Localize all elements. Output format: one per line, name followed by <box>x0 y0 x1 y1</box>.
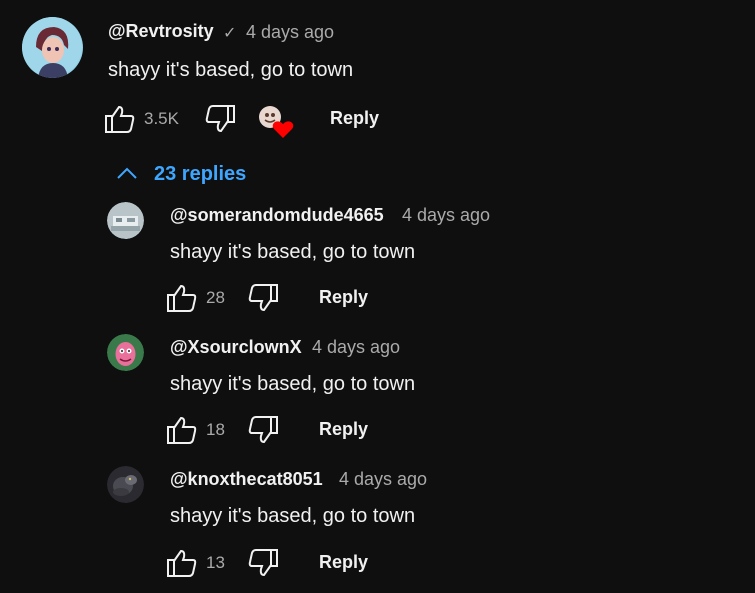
verified-check-icon: ✓ <box>223 25 237 42</box>
reply-author[interactable]: @XsourclownX <box>170 337 302 358</box>
avatar[interactable] <box>107 334 144 371</box>
reply-text: shayy it's based, go to town <box>170 505 416 527</box>
reply-time[interactable]: 4 days ago <box>402 205 490 226</box>
dislike-icon[interactable] <box>204 104 236 134</box>
reply-button[interactable]: Reply <box>319 419 368 440</box>
creator-heart-icon <box>258 104 294 138</box>
reply-button[interactable]: Reply <box>319 552 368 573</box>
reply-time[interactable]: 4 days ago <box>312 337 400 358</box>
reply-text: shayy it's based, go to town <box>170 241 416 263</box>
reply-button[interactable]: Reply <box>330 108 379 129</box>
reply-button[interactable]: Reply <box>319 287 368 308</box>
reply-author[interactable]: @knoxthecat8051 <box>170 469 323 490</box>
chevron-up-icon <box>116 166 138 180</box>
like-icon[interactable] <box>166 548 198 578</box>
comment-author[interactable]: @Revtrosity <box>108 21 214 42</box>
like-icon[interactable] <box>104 104 136 134</box>
replies-toggle-label: 23 replies <box>154 163 247 185</box>
like-count: 13 <box>206 553 225 572</box>
dislike-icon[interactable] <box>247 283 279 313</box>
reply-time[interactable]: 4 days ago <box>339 469 427 490</box>
like-count: 28 <box>206 288 225 307</box>
avatar[interactable] <box>22 17 83 78</box>
avatar[interactable] <box>107 466 144 503</box>
dislike-icon[interactable] <box>247 415 279 445</box>
reply-author[interactable]: @somerandomdude4665 <box>170 205 384 226</box>
like-count: 3.5K <box>144 109 179 128</box>
reply-text: shayy it's based, go to town <box>170 373 416 395</box>
like-icon[interactable] <box>166 415 198 445</box>
like-icon[interactable] <box>166 283 198 313</box>
avatar[interactable] <box>107 202 144 239</box>
dislike-icon[interactable] <box>247 548 279 578</box>
comment-time[interactable]: 4 days ago <box>246 22 334 43</box>
comment-text: shayy it's based, go to town <box>108 59 354 81</box>
like-count: 18 <box>206 420 225 439</box>
